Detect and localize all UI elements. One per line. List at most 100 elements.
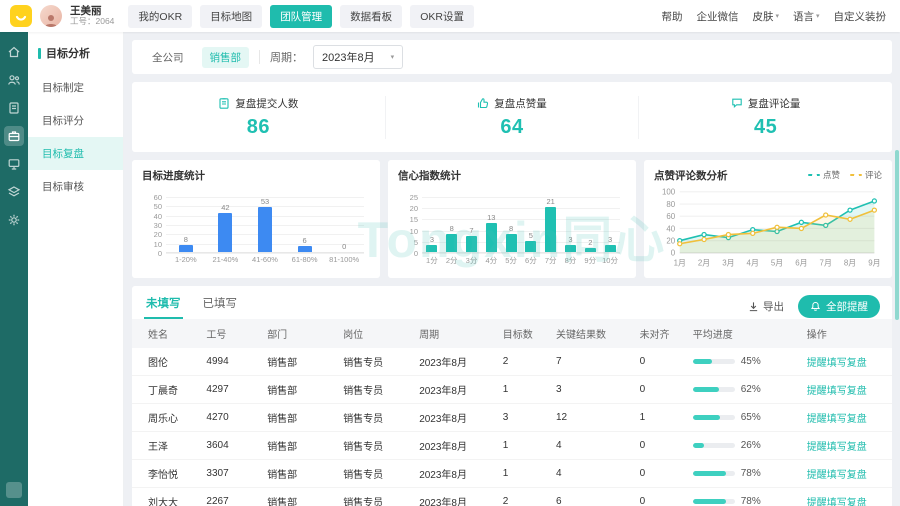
legend-item[interactable]: 点赞 (808, 169, 840, 181)
scrollbar-thumb[interactable] (895, 150, 899, 320)
cell-employee-id: 2267 (200, 488, 261, 506)
bar (605, 245, 616, 252)
scope-tab-company[interactable]: 全公司 (144, 47, 192, 68)
bar-group: 85分 (501, 197, 521, 252)
remind-fill-link[interactable]: 提醒填写复盘 (807, 358, 867, 369)
svg-text:1月: 1月 (674, 258, 686, 267)
stat-review-submissions: 复盘提交人数 86 (132, 96, 386, 139)
bar (525, 241, 536, 252)
remind-fill-link[interactable]: 提醒填写复盘 (807, 386, 867, 397)
bar (446, 234, 457, 252)
rail-collapse-button[interactable] (6, 482, 22, 498)
app-logo[interactable] (10, 5, 32, 27)
layers-icon[interactable] (4, 182, 24, 202)
nav-my-okr[interactable]: 我的OKR (128, 5, 192, 28)
chart-card-goal-progress: 目标进度统计 010203040506081-20%4221-40%5341-6… (132, 160, 380, 278)
stat-value: 45 (754, 116, 777, 139)
cell-department: 销售部 (261, 404, 337, 432)
cell-name: 丁晨奇 (132, 376, 200, 404)
period-select[interactable]: 2023年8月 ▾ (313, 45, 403, 69)
stat-value: 86 (247, 116, 270, 139)
progress-bar: 78% (693, 468, 795, 479)
chevron-down-icon: ▾ (775, 12, 779, 20)
cell-name: 王泽 (132, 432, 200, 460)
custom-decoration-link[interactable]: 自定义装扮 (834, 9, 887, 24)
sidebar-item-goal-audit[interactable]: 目标审核 (28, 170, 123, 203)
bar-group: 56分 (521, 197, 541, 252)
progress-bar: 65% (693, 412, 795, 423)
chart-title: 信心指数统计 (398, 168, 626, 183)
remind-fill-link[interactable]: 提醒填写复盘 (807, 470, 867, 481)
progress-bar: 26% (693, 440, 795, 451)
bar-group: 081-100% (324, 197, 364, 252)
sidebar-item-goal-review[interactable]: 目标复盘 (28, 137, 123, 170)
column-header: 部门 (261, 319, 337, 348)
column-header: 目标数 (497, 319, 550, 348)
tab-filled[interactable]: 已填写 (201, 293, 240, 319)
wecom-link[interactable]: 企业微信 (696, 9, 738, 24)
svg-text:7月: 7月 (820, 258, 832, 267)
cell-goal-count: 1 (497, 460, 550, 488)
sidebar-item-goal-setting[interactable]: 目标制定 (28, 71, 123, 104)
top-right-links: 帮助 企业微信 皮肤▾ 语言▾ 自定义装扮 (661, 9, 886, 24)
table-header-row: 姓名工号部门岗位周期目标数关键结果数未对齐平均进度操作 (132, 319, 892, 348)
bar-group: 310分 (600, 197, 620, 252)
scope-tab-sales-dept[interactable]: 销售部 (202, 47, 250, 68)
stats-card: 复盘提交人数 86 复盘点赞量 64 复盘评论量 45 (132, 82, 892, 152)
briefcase-icon[interactable] (4, 126, 24, 146)
bar-group: 661-80% (285, 197, 325, 252)
svg-text:40: 40 (666, 224, 675, 233)
bar (585, 248, 596, 252)
svg-text:60: 60 (666, 212, 675, 221)
bar-group: 38分 (561, 197, 581, 252)
gear-icon[interactable] (4, 210, 24, 230)
bar-group: 134分 (481, 197, 501, 252)
cell-goal-count: 2 (497, 488, 550, 506)
home-icon[interactable] (4, 42, 24, 62)
nav-data-dashboard[interactable]: 数据看板 (340, 5, 402, 28)
skin-dropdown[interactable]: 皮肤▾ (752, 9, 779, 24)
remind-all-button[interactable]: 全部提醒 (798, 295, 880, 318)
sidebar-item-goal-scoring[interactable]: 目标评分 (28, 104, 123, 137)
help-link[interactable]: 帮助 (661, 9, 682, 24)
nav-goal-map[interactable]: 目标地图 (200, 5, 262, 28)
nav-okr-settings[interactable]: OKR设置 (410, 5, 474, 28)
bar-group: 4221-40% (206, 197, 246, 252)
cell-kr-count: 6 (550, 488, 634, 506)
main-content: Tongxin同心 全公司 销售部 周期： 2023年8月 ▾ 复盘提交人数 8… (124, 32, 900, 506)
cell-unaligned: 0 (634, 432, 687, 460)
table-row: 周乐心4270销售部销售专员2023年8月312165%提醒填写复盘 (132, 404, 892, 432)
column-header: 岗位 (337, 319, 413, 348)
remind-fill-link[interactable]: 提醒填写复盘 (807, 442, 867, 453)
cell-kr-count: 4 (550, 432, 634, 460)
cell-unaligned: 0 (634, 460, 687, 488)
cell-name: 周乐心 (132, 404, 200, 432)
cell-name: 图伦 (132, 348, 200, 376)
cell-employee-id: 4297 (200, 376, 261, 404)
bell-icon (810, 301, 821, 312)
icon-rail (0, 32, 28, 506)
remind-fill-link[interactable]: 提醒填写复盘 (807, 414, 867, 425)
language-dropdown[interactable]: 语言▾ (793, 9, 820, 24)
svg-text:2月: 2月 (698, 258, 710, 267)
nav-team-management[interactable]: 团队管理 (270, 5, 332, 28)
legend-item[interactable]: 评论 (850, 169, 882, 181)
comment-icon (731, 97, 743, 109)
bar (486, 223, 497, 252)
org-icon[interactable] (4, 70, 24, 90)
export-button[interactable]: 导出 (748, 299, 784, 314)
sidebar: 目标分析 目标制定 目标评分 目标复盘 目标审核 (28, 32, 124, 506)
svg-text:100: 100 (662, 188, 676, 197)
bar-group: 31分 (422, 197, 442, 252)
cell-position: 销售专员 (337, 432, 413, 460)
column-header: 工号 (200, 319, 261, 348)
svg-text:5月: 5月 (771, 258, 783, 267)
svg-text:20: 20 (666, 237, 675, 246)
cell-position: 销售专员 (337, 460, 413, 488)
document-icon[interactable] (4, 98, 24, 118)
bar-group: 5341-60% (245, 197, 285, 252)
remind-fill-link[interactable]: 提醒填写复盘 (807, 498, 867, 506)
monitor-icon[interactable] (4, 154, 24, 174)
avatar[interactable] (40, 5, 62, 27)
tab-not-filled[interactable]: 未填写 (144, 293, 183, 319)
